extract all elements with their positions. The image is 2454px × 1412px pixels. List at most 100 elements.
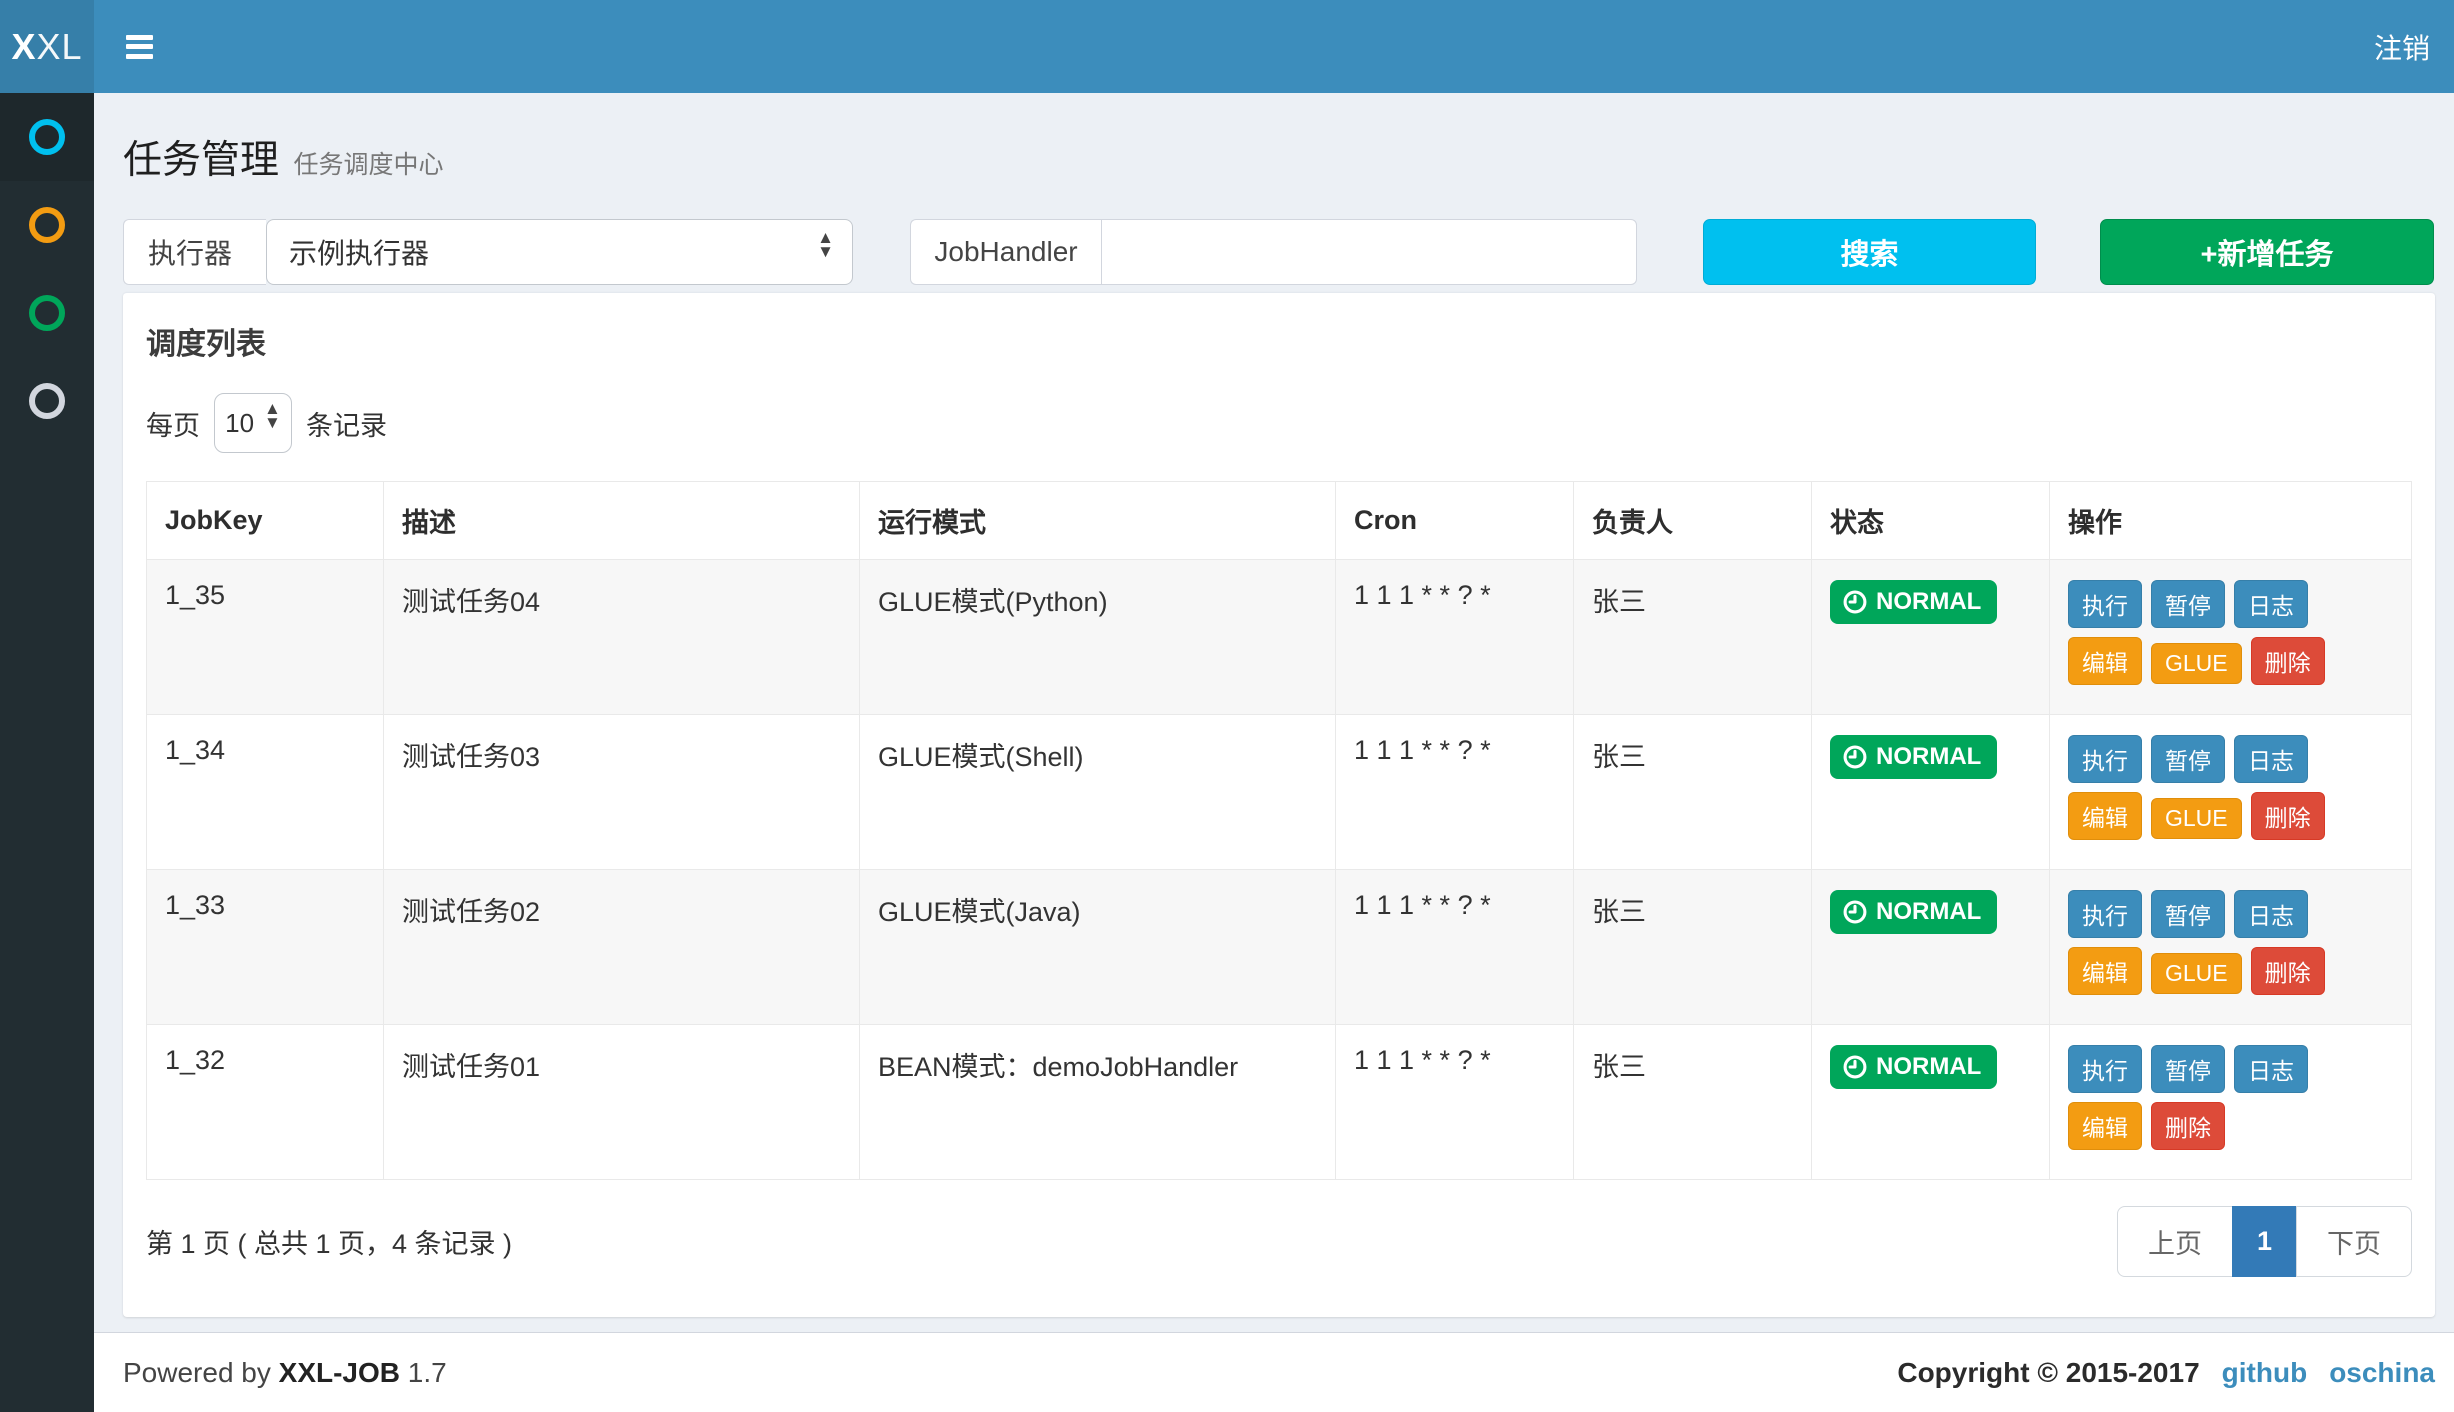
sidebar-item-3[interactable] — [0, 269, 94, 357]
col-actions: 操作 — [2050, 482, 2412, 560]
jobhandler-filter-group: JobHandler — [910, 219, 1637, 285]
page-size-value: 10 — [225, 408, 254, 439]
circle-o-icon — [29, 119, 65, 155]
cell-desc: 测试任务01 — [384, 1025, 860, 1180]
col-desc: 描述 — [384, 482, 860, 560]
run-button[interactable]: 执行 — [2068, 1045, 2142, 1093]
pause-button[interactable]: 暂停 — [2151, 890, 2225, 938]
cell-owner: 张三 — [1574, 715, 1812, 870]
product-version: 1.7 — [408, 1357, 447, 1388]
cell-cron: 1 1 1 * * ? * — [1336, 870, 1574, 1025]
navbar-spacer — [153, 0, 2350, 93]
clock-icon — [1842, 744, 1868, 770]
content-area: 任务管理 任务调度中心 执行器 示例执行器 ▲▼ JobHandler — [94, 93, 2454, 1332]
jobhandler-input[interactable] — [1101, 219, 1637, 285]
logo-text-bold: X — [11, 26, 36, 68]
run-button[interactable]: 执行 — [2068, 890, 2142, 938]
cell-jobkey: 1_34 — [147, 715, 384, 870]
glue-button[interactable]: GLUE — [2151, 643, 2242, 684]
cell-owner: 张三 — [1574, 870, 1812, 1025]
cell-owner: 张三 — [1574, 1025, 1812, 1180]
page-1-button[interactable]: 1 — [2232, 1206, 2297, 1277]
cell-status: NORMAL — [1812, 870, 2050, 1025]
page-size-prefix: 每页 — [146, 404, 200, 443]
sidebar-toggle-button[interactable] — [126, 35, 153, 59]
select-spinner-icon: ▲▼ — [264, 409, 281, 437]
sidebar-item-1[interactable] — [0, 93, 94, 181]
log-button[interactable]: 日志 — [2234, 735, 2308, 783]
edit-button[interactable]: 编辑 — [2068, 792, 2142, 840]
github-link[interactable]: github — [2222, 1357, 2308, 1389]
sidebar-nav — [0, 93, 94, 1412]
sidebar-item-2[interactable] — [0, 181, 94, 269]
table-row: 1_32 测试任务01 BEAN模式：demoJobHandler 1 1 1 … — [147, 1025, 2412, 1180]
delete-button[interactable]: 删除 — [2251, 947, 2325, 995]
delete-button[interactable]: 删除 — [2251, 792, 2325, 840]
cell-desc: 测试任务02 — [384, 870, 860, 1025]
cell-mode: GLUE模式(Java) — [860, 870, 1336, 1025]
circle-o-icon — [29, 295, 65, 331]
page-header: 任务管理 任务调度中心 — [123, 129, 2435, 185]
cell-mode: GLUE模式(Python) — [860, 560, 1336, 715]
cell-cron: 1 1 1 * * ? * — [1336, 560, 1574, 715]
oschina-link[interactable]: oschina — [2329, 1357, 2435, 1389]
executor-selected-value: 示例执行器 — [289, 232, 817, 272]
log-button[interactable]: 日志 — [2234, 890, 2308, 938]
clock-icon — [1842, 589, 1868, 615]
pause-button[interactable]: 暂停 — [2151, 1045, 2225, 1093]
next-page-button[interactable]: 下页 — [2296, 1206, 2412, 1277]
table-row: 1_34 测试任务03 GLUE模式(Shell) 1 1 1 * * ? * … — [147, 715, 2412, 870]
app-logo[interactable]: XXL — [0, 0, 94, 93]
table-header-row: JobKey 描述 运行模式 Cron 负责人 状态 操作 — [147, 482, 2412, 560]
panel-title: 调度列表 — [146, 319, 2412, 363]
filter-toolbar: 执行器 示例执行器 ▲▼ JobHandler 搜索 +新增任务 — [123, 219, 2435, 285]
page-size-select[interactable]: 10 ▲▼ — [214, 393, 292, 453]
circle-o-icon — [29, 207, 65, 243]
logo-text-light: XL — [36, 26, 82, 68]
pause-button[interactable]: 暂停 — [2151, 735, 2225, 783]
cell-cron: 1 1 1 * * ? * — [1336, 715, 1574, 870]
page-size-row: 每页 10 ▲▼ 条记录 — [146, 393, 2412, 453]
log-button[interactable]: 日志 — [2234, 1045, 2308, 1093]
run-button[interactable]: 执行 — [2068, 580, 2142, 628]
table-row: 1_33 测试任务02 GLUE模式(Java) 1 1 1 * * ? * 张… — [147, 870, 2412, 1025]
page-footer: Powered by XXL-JOB 1.7 Copyright © 2015-… — [94, 1332, 2454, 1412]
page-size-suffix: 条记录 — [306, 404, 387, 443]
run-button[interactable]: 执行 — [2068, 735, 2142, 783]
pagination-info: 第 1 页 ( 总共 1 页，4 条记录 ) — [146, 1222, 512, 1261]
edit-button[interactable]: 编辑 — [2068, 637, 2142, 685]
table-row: 1_35 测试任务04 GLUE模式(Python) 1 1 1 * * ? *… — [147, 560, 2412, 715]
status-badge: NORMAL — [1830, 1045, 1997, 1089]
cell-desc: 测试任务04 — [384, 560, 860, 715]
cell-actions: 执行暂停日志 编辑删除 — [2050, 1025, 2412, 1180]
delete-button[interactable]: 删除 — [2251, 637, 2325, 685]
glue-button[interactable]: GLUE — [2151, 953, 2242, 994]
cell-actions: 执行暂停日志 编辑GLUE删除 — [2050, 870, 2412, 1025]
add-job-button[interactable]: +新增任务 — [2100, 219, 2434, 285]
glue-button[interactable]: GLUE — [2151, 798, 2242, 839]
cell-jobkey: 1_32 — [147, 1025, 384, 1180]
select-spinner-icon: ▲▼ — [817, 238, 834, 266]
search-button[interactable]: 搜索 — [1703, 219, 2036, 285]
cell-owner: 张三 — [1574, 560, 1812, 715]
top-navbar: XXL 注销 — [0, 0, 2454, 93]
cell-actions: 执行暂停日志 编辑GLUE删除 — [2050, 560, 2412, 715]
product-name: XXL-JOB — [279, 1357, 400, 1388]
status-badge: NORMAL — [1830, 890, 1997, 934]
delete-button[interactable]: 删除 — [2151, 1102, 2225, 1150]
edit-button[interactable]: 编辑 — [2068, 947, 2142, 995]
sidebar-item-4[interactable] — [0, 357, 94, 445]
prev-page-button[interactable]: 上页 — [2117, 1206, 2233, 1277]
copyright-text: Copyright © 2015-2017 — [1897, 1357, 2199, 1389]
page-subtitle: 任务调度中心 — [293, 151, 443, 179]
status-badge: NORMAL — [1830, 580, 1997, 624]
executor-label: 执行器 — [123, 219, 266, 285]
hamburger-icon — [126, 35, 153, 40]
jobs-table: JobKey 描述 运行模式 Cron 负责人 状态 操作 — [146, 481, 2412, 1180]
executor-select[interactable]: 示例执行器 ▲▼ — [266, 219, 853, 285]
pause-button[interactable]: 暂停 — [2151, 580, 2225, 628]
log-button[interactable]: 日志 — [2234, 580, 2308, 628]
col-jobkey: JobKey — [147, 482, 384, 560]
edit-button[interactable]: 编辑 — [2068, 1102, 2142, 1150]
logout-link[interactable]: 注销 — [2350, 0, 2454, 93]
